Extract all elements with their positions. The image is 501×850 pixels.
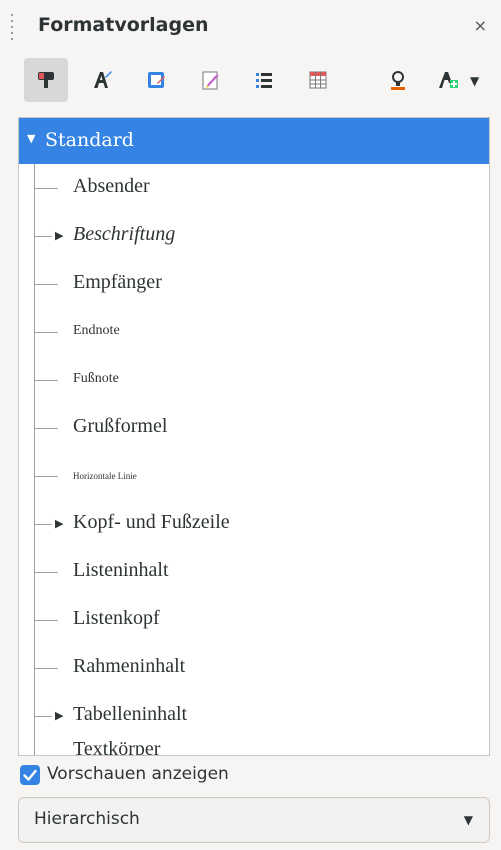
frame-styles-icon — [148, 72, 165, 88]
chevron-down-icon[interactable]: ▼ — [470, 74, 479, 88]
fill-format-mode-icon — [391, 71, 405, 90]
page-styles-icon — [202, 71, 219, 90]
tree-item[interactable]: Absender — [19, 164, 489, 212]
frame-styles-button[interactable] — [134, 58, 178, 102]
style-category-toolbar: ▼ — [18, 58, 488, 106]
character-styles-button[interactable] — [80, 58, 124, 102]
tree-item[interactable]: Fußnote — [19, 356, 489, 404]
checkbox-checked-icon[interactable] — [20, 765, 40, 785]
tree-connector — [34, 572, 58, 573]
tree-connector — [34, 716, 52, 717]
tree-connector — [34, 668, 58, 669]
chevron-down-icon: ▼ — [463, 813, 473, 827]
style-filter-dropdown[interactable]: Hierarchisch ▼ — [18, 797, 490, 843]
tree-connector — [34, 476, 58, 477]
tree-item-label: Endnote — [73, 323, 120, 338]
new-style-button[interactable] — [426, 58, 470, 102]
tree-item[interactable]: ▶ Kopf- und Fußzeile — [19, 500, 489, 548]
tree-item[interactable]: Textkörper — [19, 738, 489, 756]
tree-item-label: Beschriftung — [73, 223, 176, 245]
tree-item[interactable]: Listeninhalt — [19, 548, 489, 596]
expander-closed-icon[interactable]: ▶ — [55, 229, 63, 242]
tree-item-label: Textkörper — [73, 738, 161, 756]
fill-format-mode-button[interactable] — [376, 58, 420, 102]
close-icon[interactable]: × — [474, 16, 487, 35]
tree-item-label: Empfänger — [73, 271, 162, 293]
expander-closed-icon[interactable]: ▶ — [55, 517, 63, 530]
tree-item-label: Fußnote — [73, 371, 119, 386]
table-styles-button[interactable] — [296, 58, 340, 102]
table-styles-icon — [309, 71, 327, 89]
tree-item[interactable]: Endnote — [19, 308, 489, 356]
paragraph-styles-button[interactable] — [24, 58, 68, 102]
tree-connector — [34, 284, 58, 285]
tree-connector — [34, 188, 58, 189]
tree-connector — [34, 524, 52, 525]
character-styles-icon — [94, 71, 112, 88]
tree-item-label: Listeninhalt — [73, 559, 169, 581]
tree-item[interactable]: Grußformel — [19, 404, 489, 452]
tree-item-label: Rahmeninhalt — [73, 655, 186, 677]
list-styles-icon — [256, 73, 272, 88]
page-styles-button[interactable] — [188, 58, 232, 102]
dropdown-value: Hierarchisch — [34, 809, 140, 829]
styles-tree[interactable]: ▼ Standard Absender ▶ Beschriftung Empfä… — [18, 117, 490, 756]
tree-item-label: Kopf- und Fußzeile — [73, 511, 230, 533]
tree-item[interactable]: Horizontale Linie — [19, 452, 489, 500]
paragraph-styles-icon — [38, 72, 54, 88]
tree-item[interactable]: Empfänger — [19, 260, 489, 308]
tree-connector — [34, 236, 52, 237]
tree-item[interactable]: ▶ Beschriftung — [19, 212, 489, 260]
tree-item-label: Listenkopf — [73, 607, 160, 629]
tree-item-label: Tabelleninhalt — [73, 703, 188, 725]
tree-item-label: Grußformel — [73, 415, 168, 437]
list-styles-button[interactable] — [242, 58, 286, 102]
tree-item-label: Absender — [73, 175, 150, 197]
new-style-icon — [439, 72, 458, 88]
tree-item-standard[interactable]: ▼ Standard — [19, 118, 489, 164]
expander-closed-icon[interactable]: ▶ — [55, 709, 63, 722]
tree-item[interactable]: ▶ Tabelleninhalt — [19, 692, 489, 740]
tree-connector — [34, 620, 58, 621]
tree-connector — [34, 428, 58, 429]
tree-connector — [34, 380, 58, 381]
tree-item-label: Standard — [45, 129, 134, 151]
tree-connector — [34, 332, 58, 333]
checkbox-label: Vorschauen anzeigen — [47, 764, 229, 784]
tree-item[interactable]: Rahmeninhalt — [19, 644, 489, 692]
panel-title: Formatvorlagen — [38, 14, 209, 36]
tree-item[interactable]: Listenkopf — [19, 596, 489, 644]
drag-handle[interactable] — [10, 14, 14, 40]
expander-open-icon[interactable]: ▼ — [27, 132, 35, 145]
tree-item-label: Horizontale Linie — [73, 471, 137, 481]
panel-titlebar: Formatvorlagen × — [0, 0, 501, 52]
